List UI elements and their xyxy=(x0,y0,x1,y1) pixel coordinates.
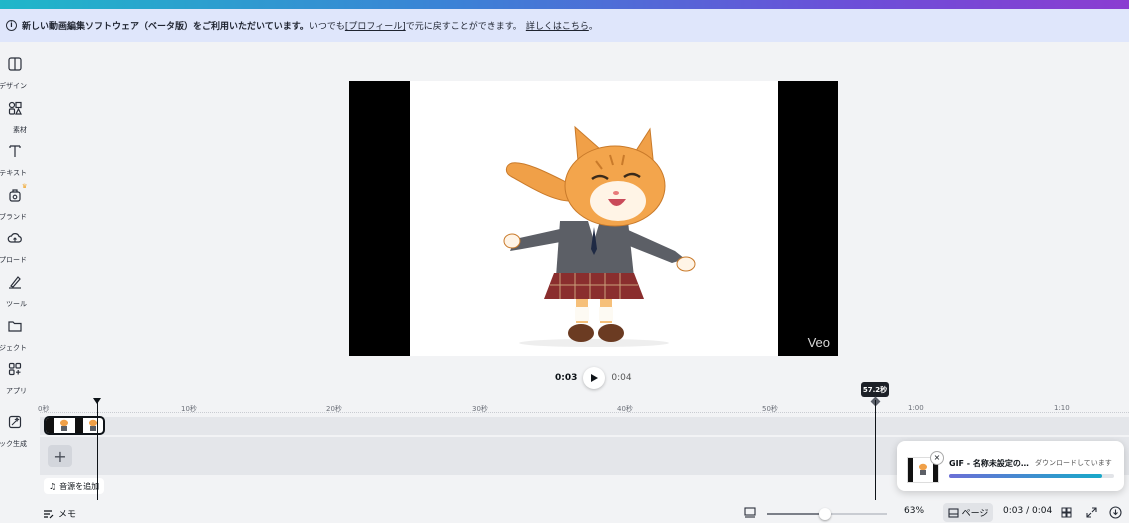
banner-message-pre: いつでも xyxy=(308,22,345,32)
magic-icon xyxy=(8,415,22,429)
sidebar-item-label: アプリ xyxy=(6,387,27,395)
sidebar-item-elements[interactable]: 素材 xyxy=(0,100,40,140)
zoom-slider-fill xyxy=(767,513,825,515)
info-icon: i xyxy=(6,20,17,31)
zoom-percentage[interactable]: 63% xyxy=(904,506,924,516)
sidebar-item-label: 素材 xyxy=(13,126,27,134)
sidebar-item-label: ツール xyxy=(6,300,27,308)
details-link[interactable]: 詳しくはこちら xyxy=(526,19,589,32)
memo-label: メモ xyxy=(58,510,77,520)
add-clip-button[interactable]: + xyxy=(48,445,72,467)
download-circle-icon[interactable] xyxy=(1109,506,1122,519)
sidebar-item-projects[interactable]: ロジェクト xyxy=(0,318,40,358)
sidebar-item-text[interactable]: テキスト xyxy=(0,143,40,183)
playhead-handle[interactable] xyxy=(93,398,101,404)
upload-icon xyxy=(7,233,22,243)
brand-icon xyxy=(9,189,21,202)
download-toast: × GIF - 名称未設定の... ダウンロードしています xyxy=(897,441,1124,491)
add-audio-label: 音源を追加 xyxy=(59,481,100,491)
page-icon xyxy=(948,507,959,518)
sidebar-item-label: ジック生成 xyxy=(0,440,27,448)
banner-period: 。 xyxy=(588,22,598,32)
video-track xyxy=(40,417,1129,435)
clip-frame-dark xyxy=(46,418,54,433)
grid-view-icon[interactable] xyxy=(1061,507,1072,518)
apps-icon xyxy=(8,362,22,376)
tick-label: 1:10 xyxy=(1054,404,1070,412)
clip-thumbnail xyxy=(83,418,104,433)
layout-icon xyxy=(8,57,22,71)
banner-message-post: で元に戻すことができます。 xyxy=(405,22,522,32)
tick-label: 50秒 xyxy=(762,405,778,413)
video-canvas[interactable]: Veo xyxy=(349,81,838,356)
tick-label: 10秒 xyxy=(181,405,197,413)
clip-frame-dark xyxy=(74,418,83,433)
sidebar-item-brand[interactable]: ♛ ブランド xyxy=(0,183,40,227)
elements-icon xyxy=(8,101,22,115)
download-progress-fill xyxy=(949,474,1103,478)
music-note-icon: ♫ xyxy=(49,481,57,491)
sidebar-item-design[interactable]: デザイン xyxy=(0,56,40,96)
fullscreen-icon[interactable] xyxy=(1086,507,1097,518)
ruler-dots xyxy=(40,412,1129,413)
toast-status: ダウンロードしています xyxy=(1035,459,1112,467)
time-readout: 0:03 / 0:04 xyxy=(1003,506,1053,516)
sidebar-item-upload[interactable]: ップロード xyxy=(0,230,40,270)
zoom-slider-handle[interactable] xyxy=(818,508,831,520)
folder-icon xyxy=(8,321,22,332)
text-icon xyxy=(9,145,21,157)
page-view-button[interactable]: ページ xyxy=(943,503,993,522)
profile-link[interactable]: [プロフィール] xyxy=(345,19,406,32)
tick-label: 40秒 xyxy=(617,405,633,413)
marker-tooltip: 57.2秒 xyxy=(861,382,889,397)
timeline-ruler[interactable]: 0秒 10秒 20秒 30秒 40秒 50秒 1:00 1:10 xyxy=(38,398,1129,416)
toast-title: GIF - 名称未設定の... xyxy=(949,459,1029,468)
toast-close-button[interactable]: × xyxy=(930,451,944,465)
sidebar-item-magic[interactable]: ジック生成 xyxy=(0,414,40,454)
notes-icon xyxy=(44,509,54,518)
sidebar-item-label: デザイン xyxy=(0,82,27,90)
clip-thumbnail xyxy=(54,418,75,433)
playhead-line xyxy=(97,402,98,500)
veo-watermark: Veo xyxy=(807,335,830,350)
sidebar-item-label: ップロード xyxy=(0,256,27,264)
crown-icon: ♛ xyxy=(22,183,28,190)
sidebar-item-label: ロジェクト xyxy=(0,344,27,352)
cat-character-image xyxy=(503,125,696,347)
sidebar: デザイン 素材 テキスト ♛ ブランド ップロード ツール ロジェクト アプリ … xyxy=(0,42,40,523)
video-clip[interactable] xyxy=(44,416,105,435)
top-accent-bar xyxy=(0,0,1129,9)
cat-thumbnail-icon xyxy=(60,419,69,431)
tick-label: 20秒 xyxy=(326,405,342,413)
tick-label: 30秒 xyxy=(472,405,488,413)
draw-icon xyxy=(9,276,21,289)
page-label: ページ xyxy=(961,509,989,519)
fit-screen-icon[interactable] xyxy=(744,507,756,518)
video-frame xyxy=(410,81,778,356)
beta-notice-banner: i 新しい動画編集ソフトウェア（ベータ版）をご利用いただいています。 いつでも … xyxy=(0,9,1129,42)
sidebar-item-label: テキスト xyxy=(0,169,27,177)
cat-thumbnail-icon xyxy=(919,463,927,475)
memo-button[interactable]: メモ xyxy=(43,507,76,520)
tick-label: 1:00 xyxy=(908,404,924,412)
add-audio-button[interactable]: ♫ 音源を追加 xyxy=(44,478,105,494)
marker-line xyxy=(875,400,876,500)
sidebar-item-draw[interactable]: ツール xyxy=(0,274,40,314)
playback-controls: 0:03 0:04 xyxy=(555,366,632,390)
duration: 0:04 xyxy=(611,373,632,383)
bottom-toolbar: メモ 63% ページ 0:03 / 0:04 xyxy=(0,503,1129,523)
banner-message-bold: 新しい動画編集ソフトウェア（ベータ版）をご利用いただいています。 xyxy=(22,22,309,32)
tick-label: 0秒 xyxy=(38,405,50,413)
current-time: 0:03 xyxy=(555,373,578,383)
play-icon xyxy=(591,374,599,382)
sidebar-item-apps[interactable]: アプリ xyxy=(0,361,40,401)
download-progress-bar xyxy=(949,474,1114,478)
play-button[interactable] xyxy=(583,367,606,389)
sidebar-item-label: ブランド xyxy=(0,213,27,221)
